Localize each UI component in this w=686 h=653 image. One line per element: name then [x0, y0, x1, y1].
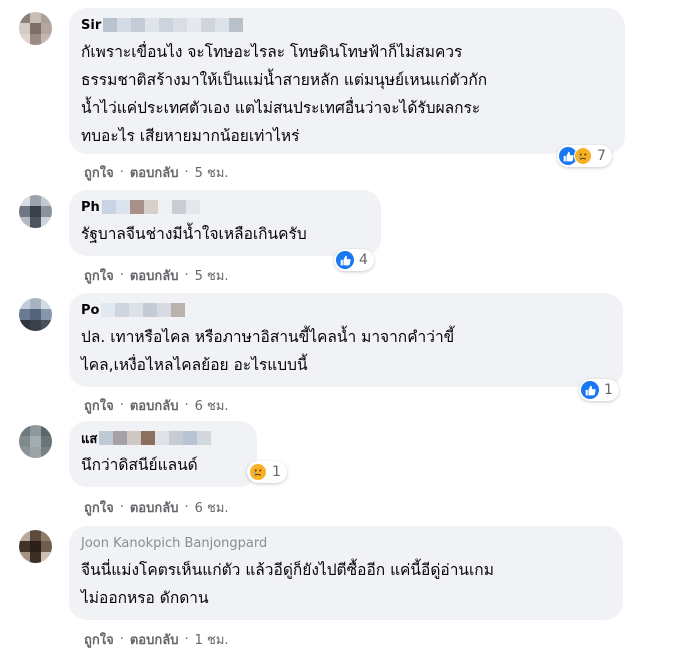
comment-actions: ถูกใจ · ตอบกลับ · 6 ชม.	[84, 395, 229, 416]
author-name[interactable]: Joon Kanokpich Banjongpard	[81, 536, 267, 551]
reaction-summary[interactable]: 1	[579, 379, 619, 401]
author-name-redacted	[101, 200, 200, 214]
timestamp[interactable]: 6 ชม.	[195, 497, 229, 518]
reaction-summary[interactable]: 1	[247, 461, 287, 483]
separator: ·	[119, 632, 124, 647]
comment-author[interactable]: Ph	[81, 198, 369, 216]
author-name[interactable]: แส	[81, 428, 97, 449]
author-name[interactable]: Ph	[81, 200, 100, 215]
avatar[interactable]	[19, 425, 52, 458]
comment-text: นึกว่าดิสนีย์แลนด์	[81, 456, 198, 474]
like-link[interactable]: ถูกใจ	[84, 395, 114, 416]
comment-bubble: Joon Kanokpich Banjongpard จีนนี่แม่งโคต…	[69, 526, 623, 620]
thumbs-up-icon	[336, 251, 354, 269]
reaction-count: 7	[597, 148, 606, 164]
separator: ·	[184, 500, 189, 515]
avatar[interactable]	[19, 12, 52, 45]
author-name-redacted	[99, 431, 212, 445]
reaction-count: 1	[604, 382, 613, 398]
like-link[interactable]: ถูกใจ	[84, 265, 114, 286]
separator: ·	[119, 398, 124, 413]
reaction-summary[interactable]: 7	[557, 145, 612, 167]
timestamp[interactable]: 6 ชม.	[195, 395, 229, 416]
comment-actions: ถูกใจ · ตอบกลับ · 1 ชม.	[84, 629, 229, 650]
comment-author[interactable]: แส	[81, 429, 245, 447]
thumbs-up-icon	[581, 381, 599, 399]
like-link[interactable]: ถูกใจ	[84, 629, 114, 650]
comment-text: กัเพราะเขื่อนไง จะโทษอะไรละ โทษดินโทษฟ้า…	[81, 43, 488, 145]
comment-actions: ถูกใจ · ตอบกลับ · 5 ชม.	[84, 265, 229, 286]
sad-face-icon	[249, 463, 267, 481]
comment-bubble: แส นึกว่าดิสนีย์แลนด์	[69, 421, 257, 487]
reaction-count: 4	[359, 252, 368, 268]
separator: ·	[184, 398, 189, 413]
comment-text: รัฐบาลจีนช่างมีน้ำใจเหลือเกินครับ	[81, 225, 307, 243]
sad-face-icon	[574, 147, 592, 165]
author-name[interactable]: Sir	[81, 18, 101, 33]
like-link[interactable]: ถูกใจ	[84, 497, 114, 518]
like-link[interactable]: ถูกใจ	[84, 162, 114, 183]
comment-actions: ถูกใจ · ตอบกลับ · 6 ชม.	[84, 497, 229, 518]
author-name[interactable]: Po	[81, 303, 99, 318]
reply-link[interactable]: ตอบกลับ	[130, 497, 179, 518]
separator: ·	[119, 165, 124, 180]
comment-text: จีนนี่แม่งโคตรเห็นแก่ตัว แล้วอีดู่ก็ยังไ…	[81, 561, 494, 607]
separator: ·	[119, 500, 124, 515]
comment-bubble: Sir กัเพราะเขื่อนไง จะโทษอะไรละ โทษดินโท…	[69, 8, 625, 154]
timestamp[interactable]: 5 ชม.	[195, 265, 229, 286]
separator: ·	[119, 268, 124, 283]
timestamp[interactable]: 1 ชม.	[195, 629, 229, 650]
reaction-count: 1	[272, 464, 281, 480]
comment-author[interactable]: Sir	[81, 16, 613, 34]
separator: ·	[184, 165, 189, 180]
comment-author[interactable]: Joon Kanokpich Banjongpard	[81, 534, 611, 552]
avatar[interactable]	[19, 298, 52, 331]
reply-link[interactable]: ตอบกลับ	[130, 629, 179, 650]
comment-bubble: Po ปล. เทาหรือไคล หรือภาษาอิสานขี้ไคลน้ำ…	[69, 293, 623, 387]
reaction-summary[interactable]: 4	[334, 249, 374, 271]
reply-link[interactable]: ตอบกลับ	[130, 162, 179, 183]
timestamp[interactable]: 5 ชม.	[195, 162, 229, 183]
comment-bubble: Ph รัฐบาลจีนช่างมีน้ำใจเหลือเกินครับ	[69, 190, 381, 256]
comment-text: ปล. เทาหรือไคล หรือภาษาอิสานขี้ไคลน้ำ มา…	[81, 328, 455, 374]
comment-author[interactable]: Po	[81, 301, 611, 319]
reply-link[interactable]: ตอบกลับ	[130, 265, 179, 286]
avatar[interactable]	[19, 530, 52, 563]
reply-link[interactable]: ตอบกลับ	[130, 395, 179, 416]
separator: ·	[184, 632, 189, 647]
avatar[interactable]	[19, 195, 52, 228]
comment-actions: ถูกใจ · ตอบกลับ · 5 ชม.	[84, 162, 229, 183]
author-name-redacted	[101, 303, 186, 317]
separator: ·	[184, 268, 189, 283]
author-name-redacted	[103, 18, 244, 32]
